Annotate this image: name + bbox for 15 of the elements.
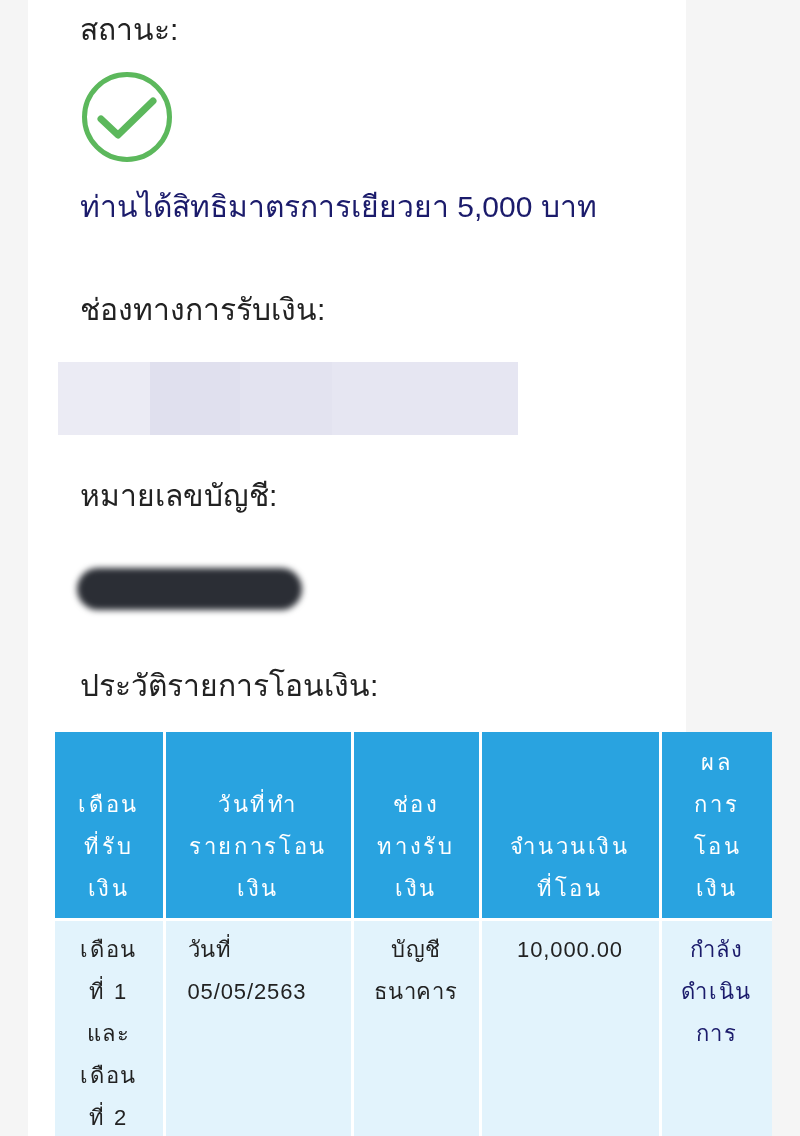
table-cell: 10,000.00 [480,919,660,1136]
account-number-label: หมายเลขบัญชี: [80,478,278,515]
column-header: วันที่ทำรายการโอนเงิน [164,732,352,919]
table-cell: บัญชีธนาคาร [352,919,480,1136]
payment-channel-label: ช่องทางการรับเงิน: [80,292,326,328]
table-cell: เดือนที่ 1 และเดือนที่ 2 [55,919,164,1136]
column-header: จำนวนเงินที่โอน [480,732,660,919]
status-label: สถานะ: [80,12,179,48]
column-header: ช่องทางรับเงิน [352,732,480,919]
table-cell: กำลังดำเนินการ [660,919,772,1136]
column-header: เดือนที่รับเงิน [55,732,164,919]
transfer-history-label: ประวัติรายการโอนเงิน: [80,667,379,704]
status-message: ท่านได้สิทธิมาตรการเยียวยา 5,000 บาท [80,189,597,225]
column-header: ผลการโอนเงิน [660,732,772,919]
table-cell: วันที่ 05/05/2563 [164,919,352,1136]
